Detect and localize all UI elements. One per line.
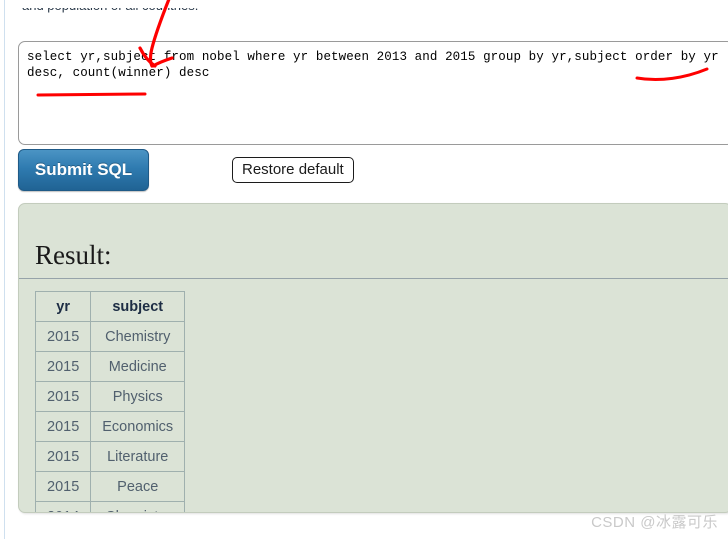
cell-subject: Literature — [90, 441, 186, 472]
table-row: 2015 Peace — [34, 471, 186, 502]
result-table: yr subject 2015 Chemistry 2015 Medicine 2015… — [34, 291, 186, 512]
clipped-instruction-text: and population of all countries. — [22, 8, 462, 24]
cell-subject: Chemistry — [90, 321, 186, 352]
submit-sql-button[interactable]: Submit SQL — [18, 149, 149, 191]
cell-subject: Physics — [90, 381, 186, 412]
cell-subject: Chemistry — [90, 501, 186, 512]
column-header-yr: yr — [34, 291, 92, 322]
column-header-subject: subject — [90, 291, 186, 322]
cell-yr: 2015 — [34, 441, 92, 472]
cell-subject: Economics — [90, 411, 186, 442]
cell-yr: 2015 — [34, 471, 92, 502]
csdn-watermark: CSDN @冰露可乐 — [591, 514, 718, 531]
page-left-rule — [4, 0, 5, 539]
result-table-body: 2015 Chemistry 2015 Medicine 2015 Physics 2015… — [34, 321, 186, 512]
table-row: 2015 Literature — [34, 441, 186, 472]
result-divider — [19, 278, 728, 279]
cell-subject: Peace — [90, 471, 186, 502]
cell-yr: 2014 — [34, 501, 92, 512]
table-row: 2015 Physics — [34, 381, 186, 412]
cell-yr: 2015 — [34, 381, 92, 412]
table-header-row: yr subject — [34, 291, 186, 322]
cell-yr: 2015 — [34, 321, 92, 352]
cell-subject: Medicine — [90, 351, 186, 382]
sql-query-text[interactable]: select yr,subject from nobel where yr be… — [27, 49, 727, 81]
table-row: 2015 Medicine — [34, 351, 186, 382]
restore-default-button[interactable]: Restore default — [232, 157, 354, 183]
result-panel: Result: yr subject 2015 Chemistry 2015 Medi… — [18, 203, 728, 513]
clipped-instruction-label: and population of all countries. — [22, 8, 462, 12]
sql-query-textarea[interactable]: select yr,subject from nobel where yr be… — [18, 41, 728, 145]
table-row: 2015 Chemistry — [34, 321, 186, 352]
table-row: 2015 Economics — [34, 411, 186, 442]
result-heading: Result: — [35, 240, 112, 270]
table-row: 2014Chemistry — [34, 501, 186, 512]
cell-yr: 2015 — [34, 411, 92, 442]
cell-yr: 2015 — [34, 351, 92, 382]
